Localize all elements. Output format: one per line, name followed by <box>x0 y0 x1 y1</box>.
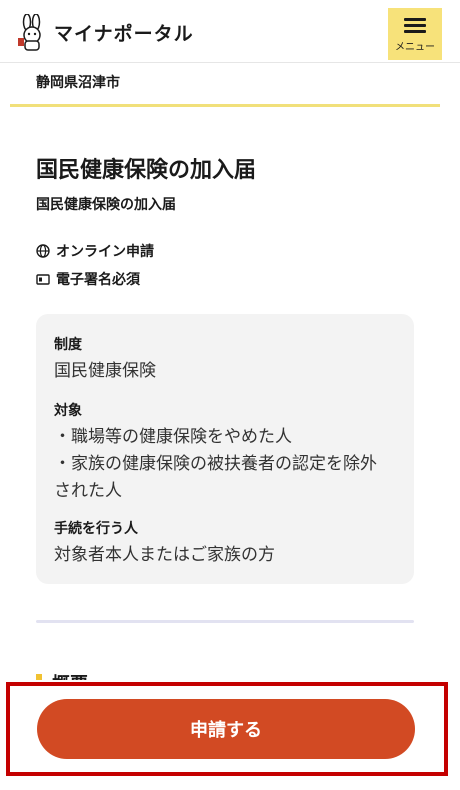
hamburger-icon <box>404 15 426 36</box>
id-card-icon <box>36 274 50 285</box>
target-item-continuation: された人 <box>54 481 122 501</box>
logo[interactable]: マイナポータル <box>16 12 194 52</box>
divider <box>36 620 414 623</box>
municipality-name: 静岡県沼津市 <box>36 75 120 91</box>
tag-signature-required: 電子署名必須 <box>36 269 140 289</box>
system-value: 国民健康保険 <box>54 361 156 381</box>
actor-value: 対象者本人またはご家族の方 <box>54 545 275 565</box>
menu-label: メニュー <box>395 42 435 53</box>
menu-button[interactable]: メニュー <box>388 8 442 60</box>
rabbit-mascot-icon <box>18 14 41 51</box>
logo-text: マイナポータル <box>54 23 194 45</box>
tag-label: 電子署名必須 <box>56 272 140 288</box>
target-item: ・家族の健康保険の被扶養者の認定を除外 <box>54 454 377 474</box>
summary-card: 制度 国民健康保険 対象 ・職場等の健康保険をやめた人 ・家族の健康保険の被扶養… <box>36 314 414 584</box>
tag-online-application: オンライン申請 <box>36 241 154 261</box>
municipality-bar: 静岡県沼津市 <box>10 64 440 107</box>
system-label: 制度 <box>54 337 82 353</box>
target-item: ・職場等の健康保険をやめた人 <box>54 427 292 447</box>
header: マイナポータル メニュー <box>0 0 460 63</box>
globe-icon <box>36 244 50 258</box>
actor-label: 手続を行う人 <box>54 521 138 537</box>
target-label: 対象 <box>54 403 82 419</box>
page-title: 国民健康保険の加入届 <box>36 158 257 183</box>
apply-button[interactable]: 申請する <box>37 699 415 759</box>
tag-label: オンライン申請 <box>56 244 154 260</box>
page-subtitle: 国民健康保険の加入届 <box>36 197 176 213</box>
